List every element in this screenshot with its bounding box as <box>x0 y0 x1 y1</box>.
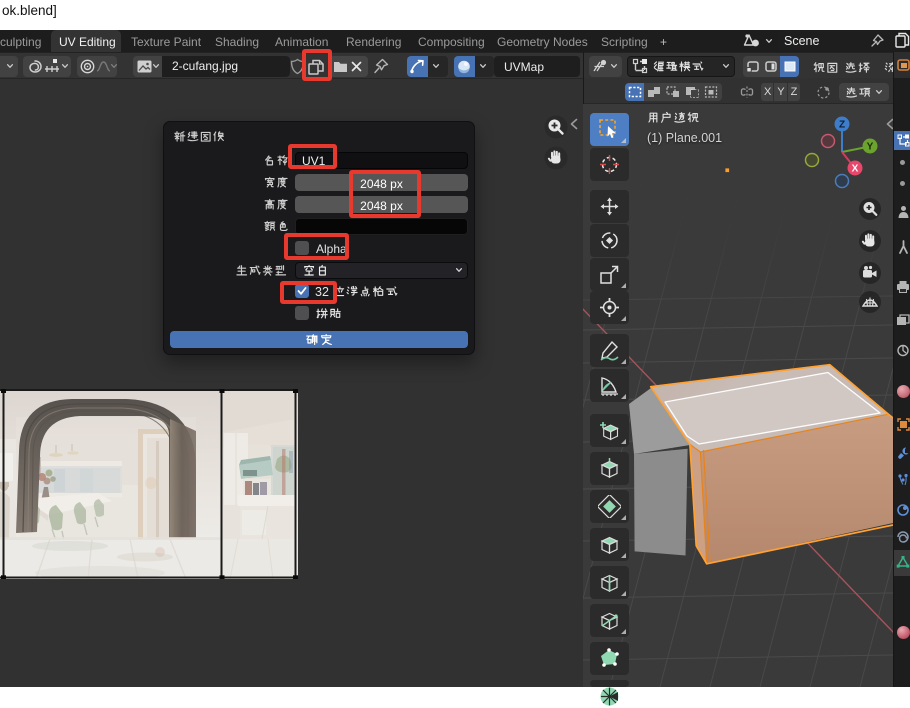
svg-text:Y: Y <box>867 142 874 153</box>
svg-text:Z: Z <box>839 120 845 131</box>
svg-text:X: X <box>852 164 859 175</box>
